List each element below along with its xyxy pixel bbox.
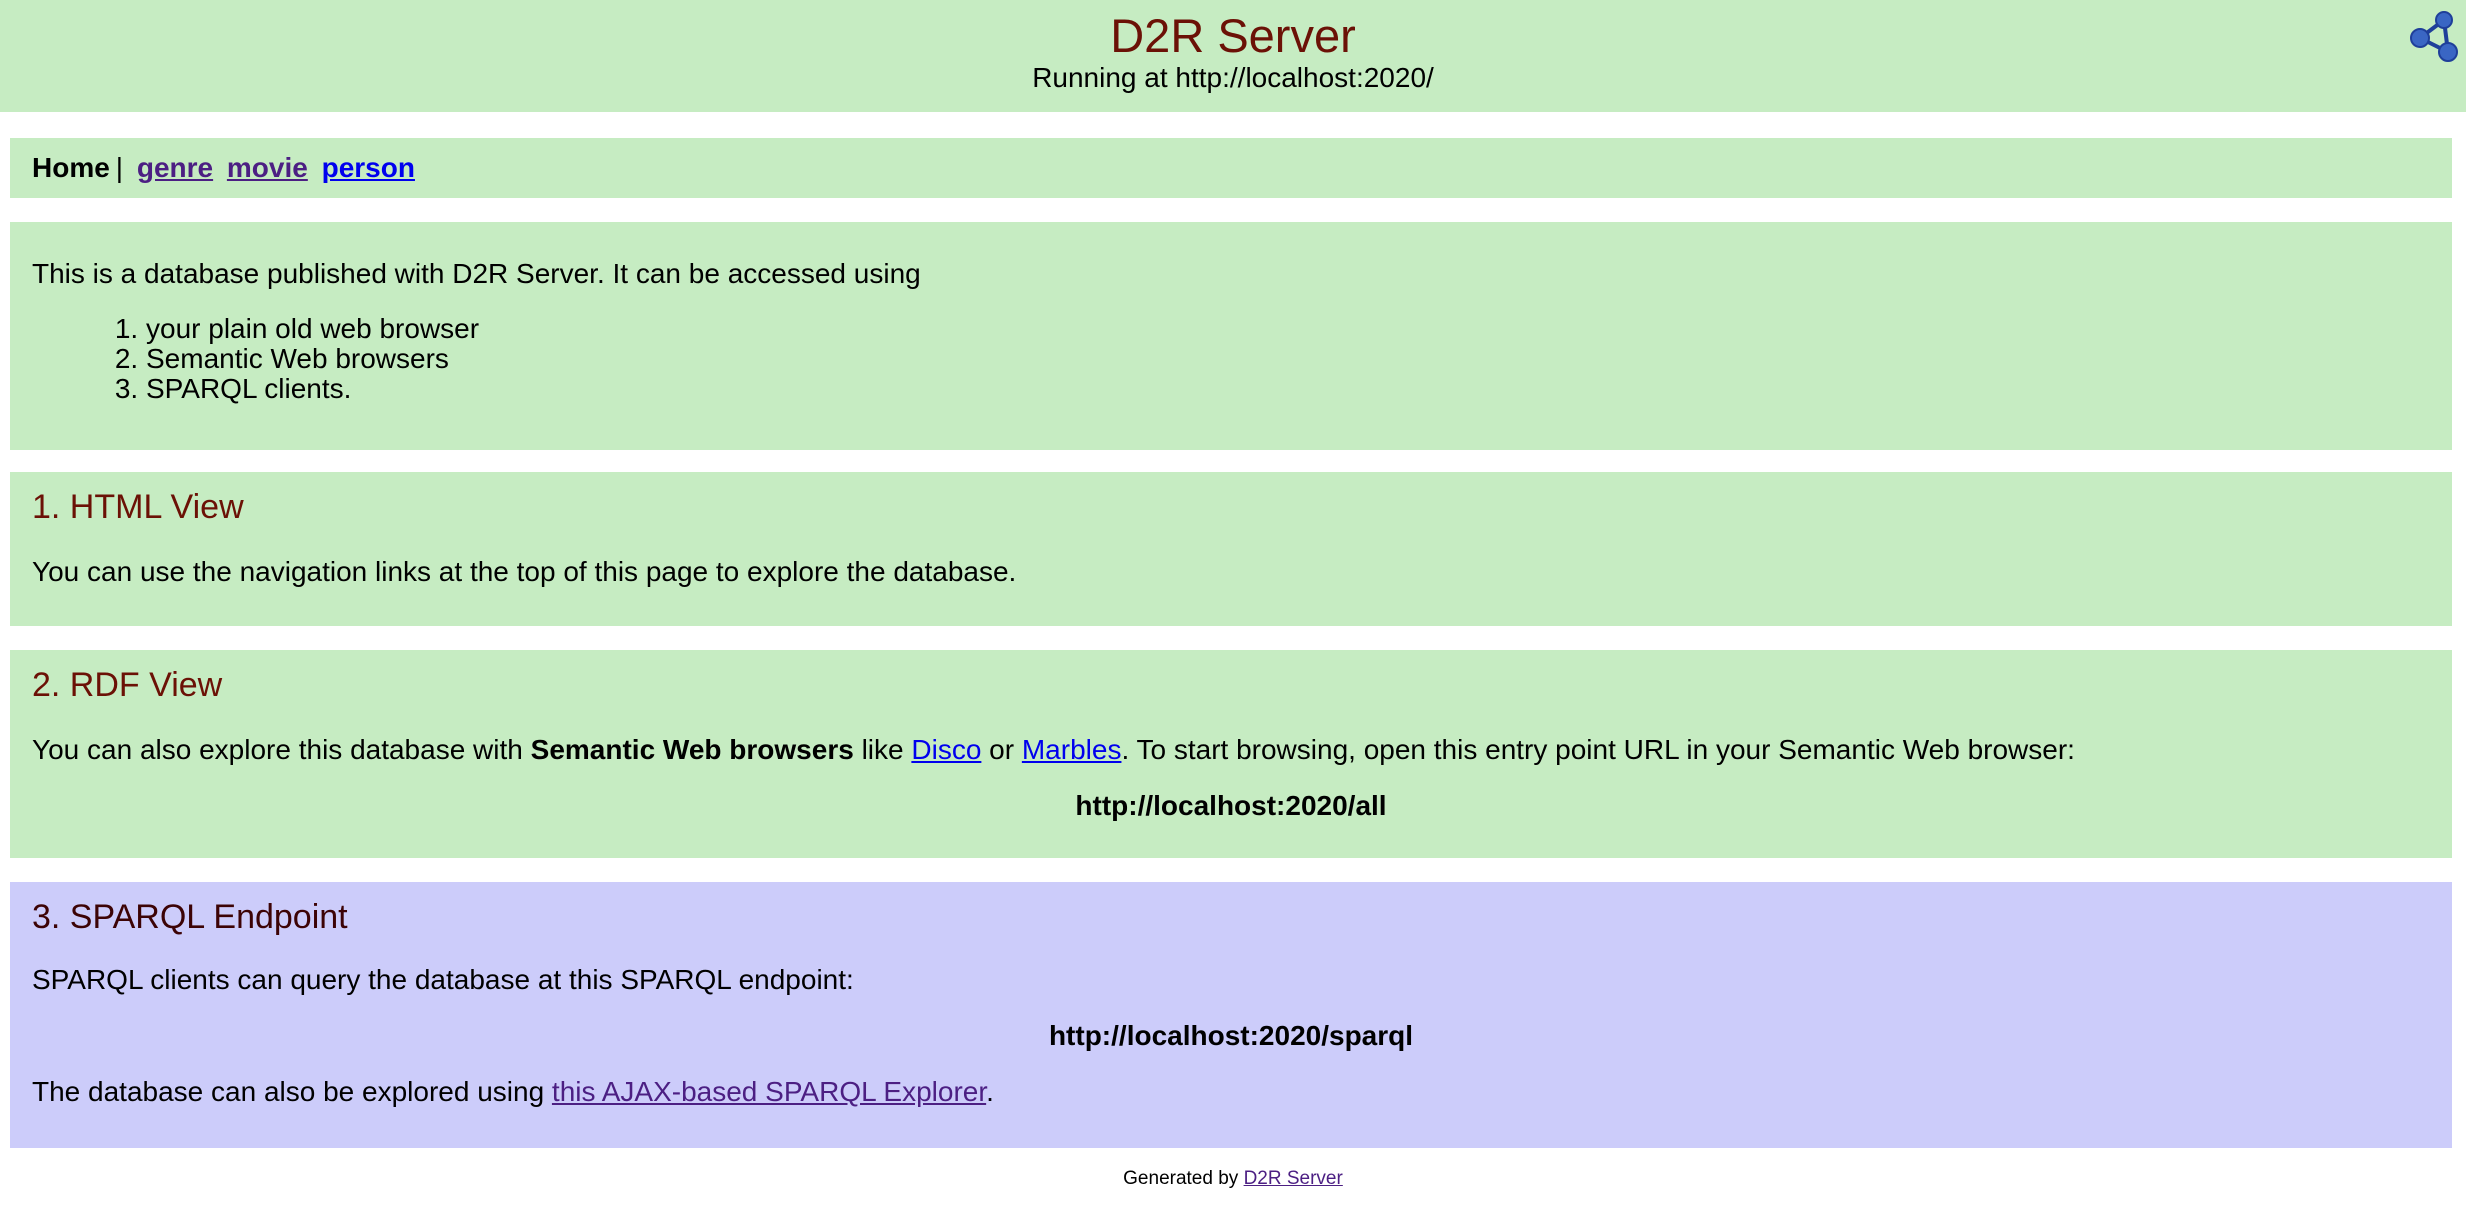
marbles-link[interactable]: Marbles (1022, 734, 1122, 765)
list-item: Semantic Web browsers (146, 344, 479, 374)
disco-link[interactable]: Disco (911, 734, 981, 765)
section-text: SPARQL clients can query the database at… (32, 964, 854, 995)
intro-panel: This is a database published with D2R Se… (10, 222, 2452, 450)
page-title: D2R Server (1110, 9, 1356, 62)
nav-link-genre[interactable]: genre (137, 152, 213, 183)
sparql-endpoint-section: 3. SPARQL Endpoint SPARQL clients can qu… (10, 882, 2452, 1148)
entry-point-url: http://localhost:2020/all (1075, 790, 1387, 821)
rdf-graph-logo-icon[interactable] (2406, 8, 2462, 64)
section-heading: 1. HTML View (32, 488, 244, 526)
section-text: You can use the navigation links at the … (32, 556, 1017, 587)
nav-link-movie[interactable]: movie (227, 152, 308, 183)
navigation-bar: Home | genre movie person (10, 138, 2452, 198)
access-method-list: your plain old web browser Semantic Web … (42, 314, 479, 404)
list-item: SPARQL clients. (146, 374, 479, 404)
intro-text: This is a database published with D2R Se… (32, 258, 921, 289)
emphasis-text: Semantic Web browsers (530, 734, 854, 765)
section-text: You can also explore this database with … (32, 734, 2430, 766)
explorer-text: The database can also be explored using … (32, 1076, 2430, 1108)
rdf-view-section: 2. RDF View You can also explore this da… (10, 650, 2452, 858)
server-address: Running at http://localhost:2020/ (1032, 62, 1434, 93)
text-fragment: . To start browsing, open this entry poi… (1121, 734, 2075, 765)
text-fragment: . (986, 1076, 994, 1107)
nav-link-person[interactable]: person (322, 152, 415, 183)
list-item: your plain old web browser (146, 314, 479, 344)
page-header: D2R Server Running at http://localhost:2… (0, 0, 2466, 112)
section-heading: 3. SPARQL Endpoint (32, 898, 348, 936)
section-heading: 2. RDF View (32, 666, 223, 704)
text-fragment: The database can also be explored using (32, 1076, 552, 1107)
sparql-explorer-link[interactable]: this AJAX-based SPARQL Explorer (552, 1076, 986, 1107)
page-footer: Generated by D2R Server (0, 1168, 2466, 1190)
text-fragment: or (981, 734, 1022, 765)
nav-separator: | (115, 152, 124, 183)
d2r-server-link[interactable]: D2R Server (1244, 1168, 1343, 1189)
nav-home: Home (32, 152, 110, 183)
sparql-endpoint-url: http://localhost:2020/sparql (1048, 1020, 1414, 1051)
html-view-section: 1. HTML View You can use the navigation … (10, 472, 2452, 626)
text-fragment: You can also explore this database with (32, 734, 531, 765)
footer-text: Generated by (1123, 1168, 1244, 1189)
text-fragment: like (853, 734, 912, 765)
